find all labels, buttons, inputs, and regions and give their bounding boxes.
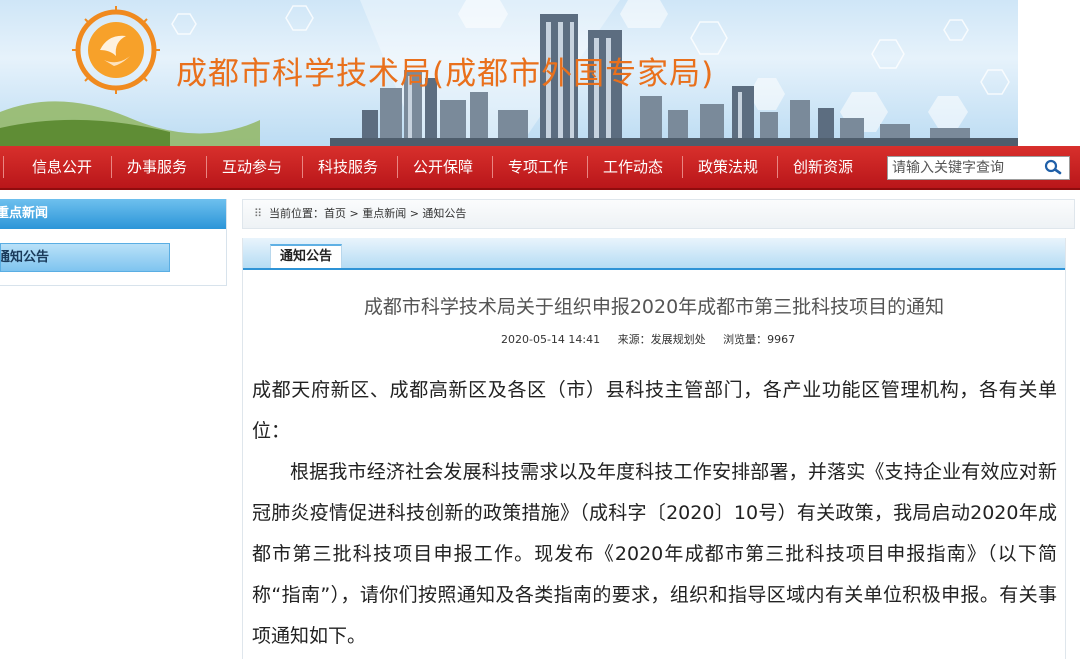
article-paragraph: 根据我市经济社会发展科技需求以及年度科技工作安排部署，并落实《支持企业有效应对新… <box>252 461 1057 647</box>
breadcrumb-text: 当前位置：首页 > 重点新闻 > 通知公告 <box>269 207 467 220</box>
nav-item-special-work[interactable]: 专项工作 <box>508 146 568 188</box>
nav-item-work-news[interactable]: 工作动态 <box>603 146 663 188</box>
nav-item-services[interactable]: 办事服务 <box>127 146 187 188</box>
nav-item-interaction[interactable]: 互动参与 <box>222 146 282 188</box>
content-panel: 通知公告 成都市科学技术局关于组织申报2020年成都市第三批科技项目的通知 20… <box>242 238 1066 659</box>
nav-divider <box>777 156 778 178</box>
nav-divider <box>3 156 4 178</box>
article-source: 来源：发展规划处 <box>617 333 706 346</box>
nav-item-policies[interactable]: 政策法规 <box>698 146 758 188</box>
sidebar-header: 重点新闻 <box>0 199 226 229</box>
banner-blank-area <box>1018 0 1090 146</box>
tab-notices[interactable]: 通知公告 <box>270 244 342 268</box>
nav-divider <box>206 156 207 178</box>
search-button[interactable] <box>1040 158 1068 178</box>
nav-item-innovation-resources[interactable]: 创新资源 <box>793 146 853 188</box>
article-paragraph: 成都天府新区、成都高新区及各区（市）县科技主管部门，各产业功能区管理机构，各有关… <box>252 379 1057 442</box>
search-icon <box>1044 159 1062 175</box>
nav-item-tech-services[interactable]: 科技服务 <box>318 146 378 188</box>
panel-tab-bar: 通知公告 <box>243 238 1065 270</box>
article-title: 成都市科学技术局关于组织申报2020年成都市第三批科技项目的通知 <box>363 296 945 318</box>
search-input[interactable] <box>890 157 1044 179</box>
nav-divider <box>111 156 112 178</box>
article-views: 浏览量：9967 <box>723 333 796 346</box>
breadcrumb: ⠿ 当前位置：首页 > 重点新闻 > 通知公告 <box>242 199 1075 229</box>
sidebar: 重点新闻 通知公告 <box>0 199 227 286</box>
header-banner: 成都市科学技术局(成都市外国专家局) <box>0 0 1018 146</box>
nav-divider <box>397 156 398 178</box>
nav-divider <box>682 156 683 178</box>
nav-divider <box>587 156 588 178</box>
article-meta: 2020-05-14 14:41 来源：发展规划处 浏览量：9967 <box>501 331 809 347</box>
sun-logo <box>72 6 160 94</box>
article-date: 2020-05-14 14:41 <box>501 333 601 346</box>
site-title: 成都市科学技术局(成都市外国专家局) <box>176 56 715 92</box>
nav-item-disclosure-guarantee[interactable]: 公开保障 <box>413 146 473 188</box>
nav-divider <box>302 156 303 178</box>
sidebar-item-notices[interactable]: 通知公告 <box>0 243 170 272</box>
search-box <box>887 156 1070 180</box>
nav-item-info-disclosure[interactable]: 信息公开 <box>32 146 92 188</box>
article-body: 成都天府新区、成都高新区及各区（市）县科技主管部门，各产业功能区管理机构，各有关… <box>252 370 1057 657</box>
breadcrumb-icon: ⠿ <box>254 207 263 220</box>
nav-divider <box>492 156 493 178</box>
